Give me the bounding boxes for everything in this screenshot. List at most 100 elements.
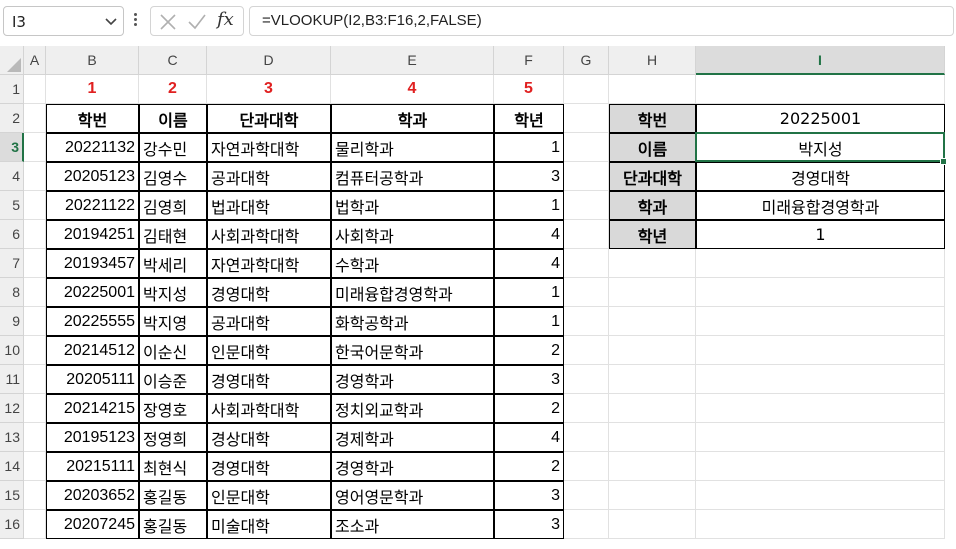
table-cell[interactable]: 경영대학 xyxy=(207,278,331,307)
table-cell[interactable]: 정영희 xyxy=(139,423,207,452)
cell[interactable] xyxy=(564,307,609,336)
table-cell[interactable]: 물리학과 xyxy=(331,133,494,162)
table-cell[interactable]: 경영대학 xyxy=(207,365,331,394)
more-options-icon[interactable] xyxy=(132,11,138,31)
cell[interactable] xyxy=(696,278,945,307)
table-cell[interactable]: 20205123 xyxy=(46,162,139,191)
table-cell[interactable]: 20207245 xyxy=(46,510,139,539)
cell[interactable] xyxy=(696,452,945,481)
table-cell[interactable]: 20193457 xyxy=(46,249,139,278)
cell[interactable] xyxy=(609,394,696,423)
lookup-label[interactable]: 이름 xyxy=(609,133,696,162)
cell[interactable] xyxy=(24,104,46,133)
cell[interactable] xyxy=(609,365,696,394)
row-header-2[interactable]: 2 xyxy=(0,104,24,133)
cell[interactable] xyxy=(24,191,46,220)
column-header-f[interactable]: F xyxy=(494,46,564,75)
table-cell[interactable]: 자연과학대학 xyxy=(207,133,331,162)
table-cell[interactable]: 4 xyxy=(494,220,564,249)
row-header-4[interactable]: 4 xyxy=(0,162,24,191)
table-cell[interactable]: 홍길동 xyxy=(139,481,207,510)
column-header-d[interactable]: D xyxy=(207,46,331,75)
cell[interactable] xyxy=(564,104,609,133)
cell[interactable] xyxy=(564,423,609,452)
table-header-cell[interactable]: 단과대학 xyxy=(207,104,331,133)
table-cell[interactable]: 미래융합경영학과 xyxy=(331,278,494,307)
table-cell[interactable]: 경영학과 xyxy=(331,452,494,481)
cell[interactable] xyxy=(564,452,609,481)
table-cell[interactable]: 3 xyxy=(494,365,564,394)
cell[interactable] xyxy=(24,162,46,191)
column-index-2[interactable]: 2 xyxy=(139,75,207,104)
cell[interactable] xyxy=(609,336,696,365)
table-cell[interactable]: 20203652 xyxy=(46,481,139,510)
row-header-13[interactable]: 13 xyxy=(0,423,24,452)
table-header-cell[interactable]: 이름 xyxy=(139,104,207,133)
cell[interactable] xyxy=(24,394,46,423)
column-index-4[interactable]: 4 xyxy=(331,75,494,104)
column-header-e[interactable]: E xyxy=(331,46,494,75)
cell[interactable] xyxy=(696,249,945,278)
table-cell[interactable]: 1 xyxy=(494,191,564,220)
table-cell[interactable]: 20214215 xyxy=(46,394,139,423)
column-header-a[interactable]: A xyxy=(24,46,46,75)
cell[interactable] xyxy=(24,336,46,365)
table-cell[interactable]: 3 xyxy=(494,481,564,510)
lookup-label[interactable]: 학년 xyxy=(609,220,696,249)
cell[interactable] xyxy=(564,365,609,394)
cell[interactable] xyxy=(24,75,46,104)
table-cell[interactable]: 김영수 xyxy=(139,162,207,191)
cell[interactable] xyxy=(564,249,609,278)
lookup-value[interactable]: 박지성 xyxy=(696,133,945,162)
cell[interactable] xyxy=(24,220,46,249)
table-cell[interactable]: 3 xyxy=(494,510,564,539)
lookup-label[interactable]: 학번 xyxy=(609,104,696,133)
lookup-value[interactable]: 미래융합경영학과 xyxy=(696,191,945,220)
column-index-3[interactable]: 3 xyxy=(207,75,331,104)
cell[interactable] xyxy=(564,278,609,307)
row-header-9[interactable]: 9 xyxy=(0,307,24,336)
cell[interactable] xyxy=(24,423,46,452)
cell[interactable] xyxy=(696,510,945,539)
cell[interactable] xyxy=(696,336,945,365)
cell[interactable] xyxy=(609,481,696,510)
select-all-button[interactable] xyxy=(0,46,24,75)
column-index-5[interactable]: 5 xyxy=(494,75,564,104)
table-cell[interactable]: 화학공학과 xyxy=(331,307,494,336)
chevron-down-icon[interactable] xyxy=(105,17,117,27)
column-index-1[interactable]: 1 xyxy=(46,75,139,104)
table-cell[interactable]: 20225555 xyxy=(46,307,139,336)
row-header-16[interactable]: 16 xyxy=(0,510,24,539)
table-cell[interactable]: 이승준 xyxy=(139,365,207,394)
table-cell[interactable]: 2 xyxy=(494,452,564,481)
cell[interactable] xyxy=(564,510,609,539)
table-cell[interactable]: 인문대학 xyxy=(207,336,331,365)
table-cell[interactable]: 20205111 xyxy=(46,365,139,394)
table-cell[interactable]: 인문대학 xyxy=(207,481,331,510)
table-header-cell[interactable]: 학번 xyxy=(46,104,139,133)
cell[interactable] xyxy=(609,423,696,452)
table-cell[interactable]: 2 xyxy=(494,394,564,423)
cell[interactable] xyxy=(24,133,46,162)
row-header-14[interactable]: 14 xyxy=(0,452,24,481)
table-cell[interactable]: 미술대학 xyxy=(207,510,331,539)
column-header-g[interactable]: G xyxy=(564,46,609,75)
table-cell[interactable]: 4 xyxy=(494,249,564,278)
enter-check-icon[interactable] xyxy=(187,13,207,31)
table-cell[interactable]: 경영대학 xyxy=(207,452,331,481)
cell[interactable] xyxy=(564,191,609,220)
row-header-5[interactable]: 5 xyxy=(0,191,24,220)
cell[interactable] xyxy=(564,220,609,249)
cell[interactable] xyxy=(564,75,609,104)
table-cell[interactable]: 20214512 xyxy=(46,336,139,365)
table-cell[interactable]: 20221132 xyxy=(46,133,139,162)
table-cell[interactable]: 한국어문학과 xyxy=(331,336,494,365)
cell[interactable] xyxy=(564,133,609,162)
cell[interactable] xyxy=(609,307,696,336)
lookup-value[interactable]: 20225001 xyxy=(696,104,945,133)
cell[interactable] xyxy=(609,452,696,481)
cell[interactable] xyxy=(696,307,945,336)
table-cell[interactable]: 3 xyxy=(494,162,564,191)
cell[interactable] xyxy=(24,510,46,539)
table-cell[interactable]: 경상대학 xyxy=(207,423,331,452)
